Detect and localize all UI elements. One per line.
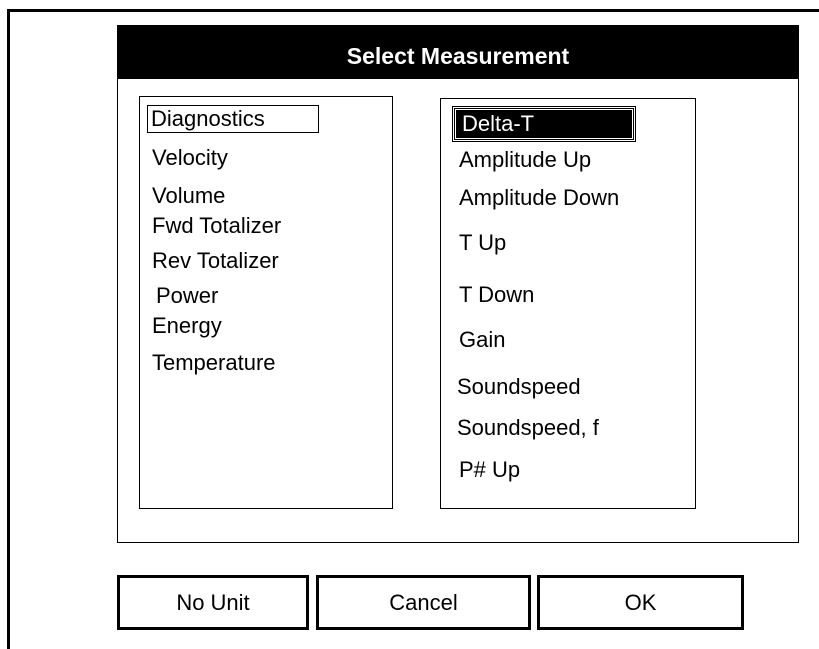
select-measurement-dialog: Select Measurement Diagnostics Velocity … (117, 25, 799, 543)
list-item-velocity[interactable]: Velocity (149, 145, 231, 171)
no-unit-button[interactable]: No Unit (117, 575, 309, 630)
list-item-energy[interactable]: Energy (149, 313, 225, 339)
list-item-fwd-totalizer[interactable]: Fwd Totalizer (149, 213, 284, 239)
list-item-volume[interactable]: Volume (149, 183, 228, 209)
list-item-gain[interactable]: Gain (456, 327, 508, 353)
dialog-title: Select Measurement (118, 26, 798, 79)
list-item-power[interactable]: Power (153, 283, 221, 309)
list-item-t-up[interactable]: T Up (456, 230, 509, 256)
list-item-delta-t[interactable]: Delta-T (452, 106, 636, 142)
list-item-soundspeed-f[interactable]: Soundspeed, f (454, 415, 602, 441)
cancel-button[interactable]: Cancel (316, 575, 531, 630)
list-item-rev-totalizer[interactable]: Rev Totalizer (149, 248, 282, 274)
measurement-category-list[interactable]: Diagnostics Velocity Volume Fwd Totalize… (139, 96, 393, 509)
list-item-diagnostics[interactable]: Diagnostics (147, 105, 319, 133)
ok-button[interactable]: OK (537, 575, 744, 630)
list-item-amplitude-down[interactable]: Amplitude Down (456, 185, 622, 211)
list-item-temperature[interactable]: Temperature (149, 350, 279, 376)
list-item-amplitude-up[interactable]: Amplitude Up (456, 147, 594, 173)
list-item-t-down[interactable]: T Down (456, 282, 537, 308)
measurement-parameter-list[interactable]: Delta-T Amplitude Up Amplitude Down T Up… (440, 98, 696, 509)
list-item-p-up[interactable]: P# Up (456, 457, 523, 483)
list-item-soundspeed[interactable]: Soundspeed (454, 374, 584, 400)
